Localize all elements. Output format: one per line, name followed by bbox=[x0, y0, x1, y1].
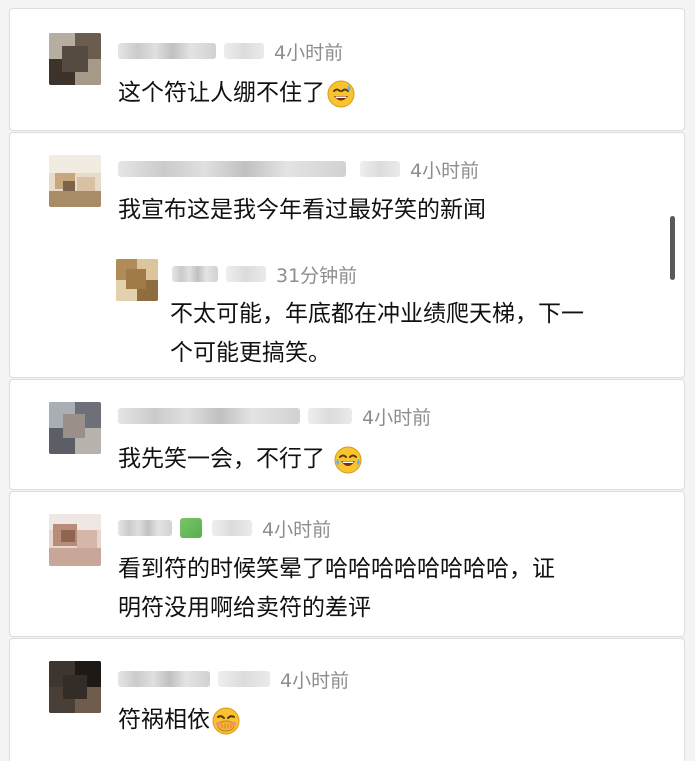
tears-of-joy-emoji bbox=[334, 446, 362, 474]
comment-text: 我先笑一会，不行了 bbox=[118, 440, 362, 479]
scrollbar[interactable] bbox=[670, 216, 675, 280]
comment-time: 4小时前 bbox=[410, 159, 480, 182]
comment-time: 4小时前 bbox=[274, 41, 344, 64]
comment-text: 符祸相依 bbox=[118, 701, 240, 740]
comment-meta: 4小时前 bbox=[118, 37, 343, 65]
comment-card: 4小时前 我宣布这是我今年看过最好笑的新闻 31分钟前 不太可能，年底都在冲业绩… bbox=[9, 132, 685, 378]
username[interactable] bbox=[118, 43, 216, 59]
user-location bbox=[308, 408, 352, 424]
avatar[interactable] bbox=[49, 514, 101, 566]
avatar[interactable] bbox=[49, 33, 101, 85]
user-location bbox=[212, 520, 252, 536]
comment-meta: 4小时前 bbox=[118, 155, 479, 183]
comment-text: 看到符的时候笑晕了哈哈哈哈哈哈哈哈，证 明符没用啊给卖符的差评 bbox=[118, 550, 555, 628]
reply-location bbox=[226, 266, 266, 282]
reply-text-line: 个可能更搞笑。 bbox=[170, 340, 331, 366]
reply-username[interactable] bbox=[172, 266, 218, 282]
comment-meta: 4小时前 bbox=[118, 665, 349, 693]
comment-meta: 4小时前 bbox=[118, 402, 431, 430]
reply-meta: 31分钟前 bbox=[172, 260, 357, 288]
user-location bbox=[218, 671, 270, 687]
reply-text-line: 不太可能，年底都在冲业绩爬天梯，下一 bbox=[170, 301, 584, 327]
comment-text-content: 这个符让人绷不住了 bbox=[118, 80, 325, 106]
username[interactable] bbox=[118, 671, 210, 687]
comment-feed: 4小时前 这个符让人绷不住了 4小时前 我宣布这是我今年看过最好笑的新闻 31分… bbox=[0, 0, 695, 761]
user-location bbox=[360, 161, 400, 177]
comment-meta: 4小时前 bbox=[118, 514, 331, 542]
comment-card: 4小时前 我先笑一会，不行了 bbox=[9, 379, 685, 490]
comment-text-line: 看到符的时候笑晕了哈哈哈哈哈哈哈哈，证 bbox=[118, 556, 555, 582]
comment-text: 我宣布这是我今年看过最好笑的新闻 bbox=[118, 197, 486, 223]
username[interactable] bbox=[118, 520, 172, 536]
comment-card: 4小时前 看到符的时候笑晕了哈哈哈哈哈哈哈哈，证 明符没用啊给卖符的差评 bbox=[9, 491, 685, 637]
comment-text-line: 明符没用啊给卖符的差评 bbox=[118, 595, 371, 621]
avatar[interactable] bbox=[49, 402, 101, 454]
avatar[interactable] bbox=[49, 661, 101, 713]
comment-time: 4小时前 bbox=[280, 669, 350, 692]
comment-text-content: 符祸相依 bbox=[118, 707, 210, 733]
reply-text: 不太可能，年底都在冲业绩爬天梯，下一 个可能更搞笑。 bbox=[170, 295, 584, 373]
username[interactable] bbox=[118, 161, 346, 177]
user-location bbox=[224, 43, 264, 59]
avatar[interactable] bbox=[49, 155, 101, 207]
comment-card: 4小时前 这个符让人绷不住了 bbox=[9, 8, 685, 131]
reply-avatar[interactable] bbox=[116, 259, 158, 301]
username[interactable] bbox=[118, 408, 300, 424]
sweat-smile-emoji bbox=[327, 80, 355, 108]
user-badge-icon bbox=[180, 518, 202, 538]
comment-text-content: 我先笑一会，不行了 bbox=[118, 446, 325, 472]
comment-card: 4小时前 符祸相依 bbox=[9, 638, 685, 761]
hand-over-mouth-emoji bbox=[212, 707, 240, 735]
reply-time: 31分钟前 bbox=[276, 264, 358, 287]
comment-text: 这个符让人绷不住了 bbox=[118, 74, 355, 113]
comment-time: 4小时前 bbox=[262, 518, 332, 541]
comment-time: 4小时前 bbox=[362, 406, 432, 429]
